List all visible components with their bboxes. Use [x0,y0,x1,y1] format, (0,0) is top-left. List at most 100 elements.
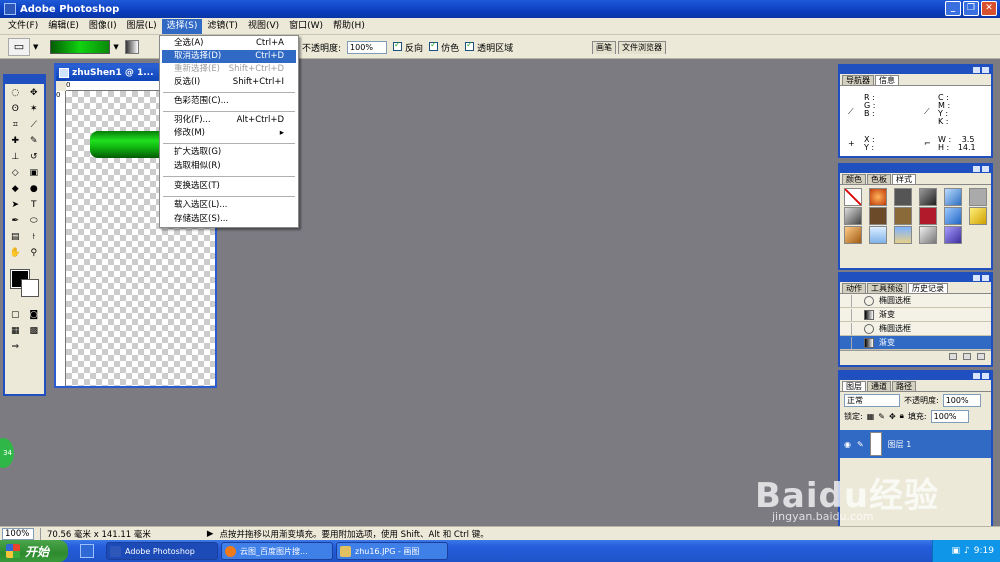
brush-tool-icon[interactable]: ✎ [26,134,43,148]
gradient-tool-icon[interactable]: ▣ [26,166,43,180]
tab-color[interactable]: 颜色 [842,174,866,184]
style-swatch[interactable] [869,207,887,225]
panel-close-icon[interactable] [982,67,989,73]
panel-header[interactable] [840,66,991,74]
screen-mode-icon[interactable]: ▦ [7,324,24,338]
menu-edit[interactable]: 编辑(E) [43,19,84,34]
menu-filter[interactable]: 滤镜(T) [202,19,243,34]
tab-swatches[interactable]: 色板 [867,174,891,184]
eraser-tool-icon[interactable]: ◇ [7,166,24,180]
jump-to-imageready-icon[interactable]: ⇒ [7,340,24,354]
style-swatch[interactable] [919,207,937,225]
tab-paths[interactable]: 路径 [892,381,916,391]
history-brush-icon[interactable]: ↺ [26,150,43,164]
style-swatch[interactable] [969,207,987,225]
style-swatch[interactable] [844,188,862,206]
style-swatch[interactable] [919,226,937,244]
blur-tool-icon[interactable]: ◆ [7,182,24,196]
menu-item-select-all[interactable]: 全选(A) Ctrl+A [162,37,296,50]
style-swatch[interactable] [844,226,862,244]
panel-header[interactable] [840,274,991,282]
menu-item-similar[interactable]: 选取相似(R) [162,160,296,173]
type-tool-icon[interactable]: T [26,198,43,212]
document-size[interactable]: 70.56 毫米 x 141.11 毫米 [47,528,151,540]
blend-mode-select[interactable]: 正常 [844,393,900,407]
style-swatch[interactable] [869,226,887,244]
tab-layers[interactable]: 图层 [842,381,866,391]
magic-wand-icon[interactable]: ✶ [26,102,43,116]
standard-mode-icon[interactable]: ▢ [7,308,24,322]
healing-brush-icon[interactable]: ✚ [7,134,24,148]
menu-item-color-range[interactable]: 色彩范围(C)... [162,95,296,108]
lock-paint-icon[interactable]: ✎ [878,412,885,421]
eyedropper-icon[interactable]: ⟊ [26,230,43,244]
tab-navigator[interactable]: 导航器 [842,75,874,85]
style-swatch[interactable] [944,207,962,225]
dither-checkbox[interactable]: 仿色 [429,40,459,54]
network-icon[interactable]: ▣ [952,546,961,556]
style-swatch[interactable] [894,207,912,225]
quick-mask-icon[interactable]: ◙ [26,308,43,322]
new-document-icon[interactable] [949,353,957,360]
dodge-tool-icon[interactable]: ● [26,182,43,196]
menu-item-deselect[interactable]: 取消选择(D) Ctrl+D [162,50,296,63]
hand-tool-icon[interactable]: ✋ [7,246,24,260]
trash-icon[interactable] [977,353,985,360]
menu-select[interactable]: 选择(S) [161,18,203,34]
style-swatch[interactable] [869,188,887,206]
marquee-tool-icon[interactable]: ◌ [7,86,24,100]
start-button[interactable]: 开始 [0,540,68,562]
transparency-checkbox[interactable]: 透明区域 [465,40,513,54]
stamp-tool-icon[interactable]: ⊥ [7,150,24,164]
task-browser[interactable]: 云图_百度图片搜... [221,542,333,560]
zoom-input[interactable]: 100% [2,527,34,540]
volume-icon[interactable]: ♪ [964,546,970,556]
notes-tool-icon[interactable]: ▤ [7,230,24,244]
menu-layer[interactable]: 图层(L) [122,19,162,34]
zoom-tool-icon[interactable]: ⚲ [26,246,43,260]
history-state[interactable]: 椭圆选框 [840,322,991,336]
restore-button[interactable]: ❐ [963,1,979,16]
pen-tool-icon[interactable]: ✒ [7,214,24,228]
crop-tool-icon[interactable]: ⌗ [7,118,24,132]
path-select-icon[interactable]: ➤ [7,198,24,212]
menu-view[interactable]: 视图(V) [243,19,284,34]
style-swatch[interactable] [944,226,962,244]
background-color[interactable] [21,279,39,297]
style-swatch[interactable] [844,207,862,225]
style-swatch[interactable] [894,226,912,244]
show-desktop-icon[interactable] [80,544,94,558]
snapshot-icon[interactable] [963,353,971,360]
panel-minimize-icon[interactable] [973,67,980,73]
tab-actions[interactable]: 动作 [842,283,866,293]
opacity-input[interactable]: 100% [347,40,388,54]
minimize-button[interactable]: _ [945,1,961,16]
menu-item-feather[interactable]: 羽化(F)... Alt+Ctrl+D [162,114,296,127]
slice-tool-icon[interactable]: ⟋ [26,118,43,132]
panel-header[interactable] [840,165,991,173]
fill-input[interactable]: 100% [930,409,969,423]
menu-item-load-selection[interactable]: 载入选区(L)... [162,199,296,212]
chevron-down-icon[interactable]: ▼ [113,43,118,51]
lasso-tool-icon[interactable]: ʘ [7,102,24,116]
style-swatch[interactable] [969,188,987,206]
history-state-current[interactable]: 渐变 [840,336,991,350]
eye-icon[interactable]: ◉ [844,440,851,449]
task-photoshop[interactable]: Adobe Photoshop [106,542,218,560]
tab-info[interactable]: 信息 [875,75,899,85]
tab-brushes[interactable]: 画笔 [592,41,616,54]
reverse-checkbox[interactable]: 反向 [393,40,423,54]
menu-image[interactable]: 图像(I) [84,19,122,34]
style-swatch[interactable] [894,188,912,206]
fullscreen-mode-icon[interactable]: ▩ [26,324,43,338]
close-button[interactable]: ✕ [981,1,997,16]
menu-item-modify[interactable]: 修改(M) ▸ [162,127,296,140]
menu-item-save-selection[interactable]: 存储选区(S)... [162,213,296,226]
menu-item-grow[interactable]: 扩大选取(G) [162,146,296,159]
layer-opacity-input[interactable]: 100% [942,393,981,407]
history-state[interactable]: 椭圆选框 [840,294,991,308]
lock-all-icon[interactable]: 🔒︎ [900,411,904,421]
linear-gradient-button[interactable] [124,39,139,54]
lock-transparency-icon[interactable]: ▦ [867,412,875,421]
gradient-swatch[interactable] [50,39,111,54]
